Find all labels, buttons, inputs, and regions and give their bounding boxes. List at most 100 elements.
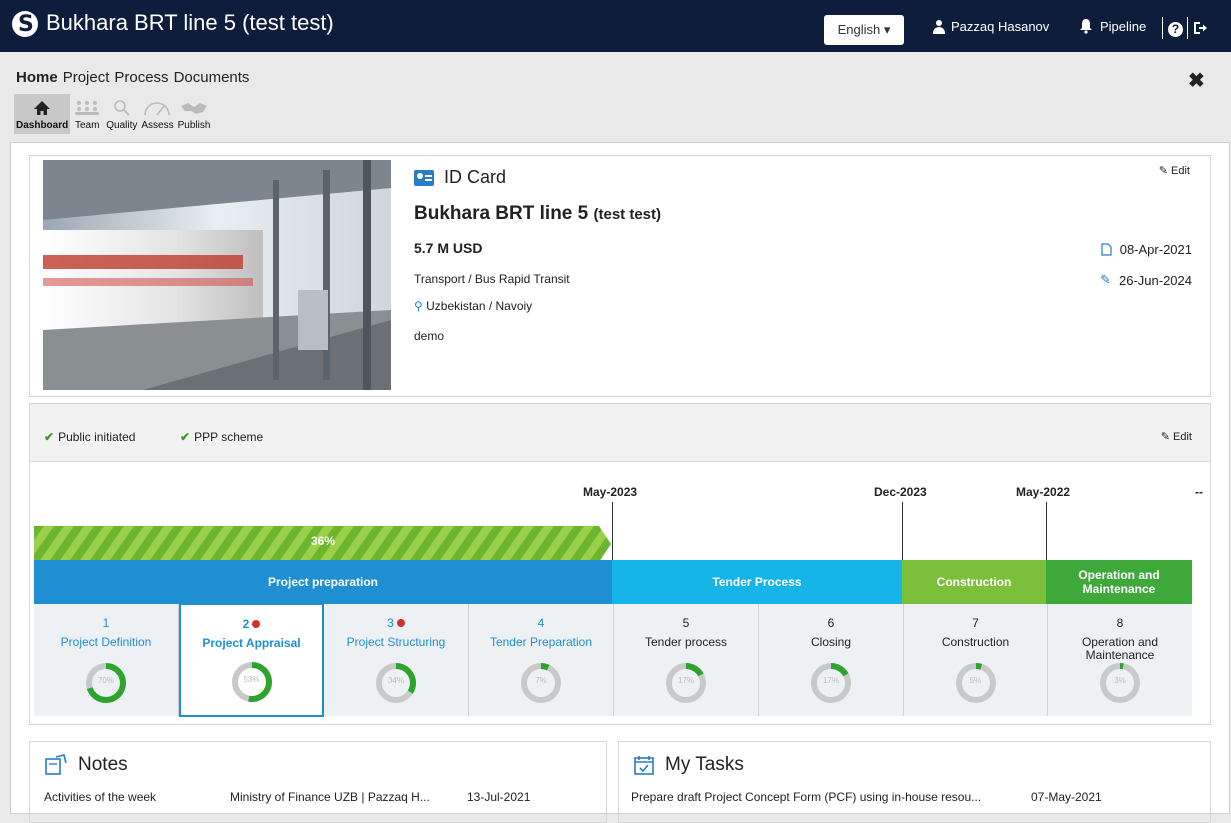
navigation-bar: Home Project Process Documents ✖ Dashboa… (0, 52, 1231, 140)
logout-icon[interactable] (1192, 20, 1208, 41)
check-label: PPP scheme (194, 430, 264, 444)
stage-progress-donut: 17% (809, 661, 853, 708)
check-public-initiated: ✔ Public initiated (44, 430, 135, 444)
subnav-publish[interactable]: Publish (176, 94, 213, 134)
map-pin-icon: ⚲ (414, 299, 423, 313)
donut-label: 17% (677, 676, 694, 685)
home-icon (34, 101, 51, 115)
stage-progress-donut: 5% (954, 661, 998, 708)
check-icon: ✔ (44, 430, 55, 444)
stage-name: Construction (941, 635, 1010, 649)
nav-home[interactable]: Home (16, 69, 58, 86)
project-sector: Transport / Bus Rapid Transit (414, 272, 570, 286)
handshake-icon (181, 103, 207, 114)
tasks-card: My Tasks Prepare draft Project Concept F… (618, 741, 1211, 823)
stage-number: 1 (102, 616, 110, 630)
caret-down-icon: ▾ (883, 22, 891, 37)
stage-name: Closing (810, 635, 852, 649)
stage-6[interactable]: 6 Closing 17% (759, 604, 904, 716)
sub-nav: Dashboard Team Quality Assess Publish (14, 94, 212, 134)
donut-label: 7% (535, 676, 547, 685)
id-card-heading: ID Card (444, 167, 507, 187)
stage-3[interactable]: 3 Project Structuring 34% (324, 604, 469, 716)
stage-progress-donut: 3% (1098, 661, 1142, 708)
note-author: Ministry of Finance UZB | Pazzaq H... (230, 790, 430, 804)
subnav-label: Assess (141, 120, 174, 131)
language-dropdown[interactable]: English ▾ (824, 15, 904, 45)
gauge-icon (144, 102, 171, 116)
check-ppp-scheme: ✔ PPP scheme (180, 430, 263, 444)
notes-header: Notes (44, 754, 128, 776)
app-logo-icon[interactable]: S (12, 11, 38, 37)
help-icon[interactable]: ? (1168, 22, 1183, 37)
phase-construction: Construction (902, 560, 1046, 604)
pipeline-link[interactable]: Pipeline (1100, 19, 1146, 34)
subnav-team[interactable]: Team (70, 94, 104, 134)
edit-timeline-button[interactable]: ✎ Edit (1161, 430, 1192, 443)
stage-number: 4 (537, 616, 545, 630)
user-name: Pazzaq Hasanov (951, 19, 1050, 34)
donut-label: 5% (969, 676, 982, 685)
stage-progress-donut: 70% (84, 661, 128, 708)
stage-4[interactable]: 4 Tender Preparation 7% (469, 604, 614, 716)
stage-1[interactable]: 1 Project Definition 70% (34, 604, 179, 716)
edit-label: Edit (1171, 165, 1190, 177)
stage-progress-donut: 53% (230, 660, 274, 707)
subnav-assess[interactable]: Assess (139, 94, 175, 134)
milestone-line (612, 502, 613, 560)
divider (1162, 17, 1163, 39)
nav-documents[interactable]: Documents (174, 69, 250, 86)
stage-progress-donut: 17% (664, 661, 708, 708)
close-icon[interactable]: ✖ (1188, 68, 1205, 93)
subnav-label: Dashboard (16, 120, 69, 131)
milestone-line (1046, 502, 1047, 560)
location-text: Uzbekistan / Navoiy (426, 299, 533, 313)
bell-icon[interactable] (1079, 18, 1093, 39)
stage-number: 3 (387, 616, 405, 630)
milestone-label: May-2022 (1016, 485, 1071, 499)
stage-name: Tender Preparation (489, 635, 593, 649)
user-menu[interactable]: Pazzaq Hasanov (932, 19, 1049, 34)
stage-2[interactable]: 2 Project Appraisal 53% (179, 603, 324, 717)
stage-number: 8 (1116, 616, 1124, 630)
task-date: 07-May-2021 (1031, 790, 1102, 804)
stage-name: Operation and Maintenance (1081, 635, 1159, 662)
donut-label: 70% (97, 676, 114, 685)
notes-title: Notes (78, 754, 128, 775)
app-title: Bukhara BRT line 5 (test test) (46, 10, 334, 35)
team-icon (75, 101, 100, 115)
stage-name: Project Structuring (346, 635, 446, 649)
stage-progress-donut: 7% (519, 661, 563, 708)
task-text[interactable]: Prepare draft Project Concept Form (PCF)… (631, 790, 981, 804)
tasks-title: My Tasks (665, 754, 744, 775)
subnav-quality[interactable]: Quality (104, 94, 139, 134)
phase-tender-process: Tender Process (612, 560, 902, 604)
stage-7[interactable]: 7 Construction 5% (904, 604, 1048, 716)
note-text[interactable]: Activities of the week (44, 790, 156, 804)
quality-icon (113, 100, 130, 116)
document-icon (1101, 243, 1112, 256)
check-icon: ✔ (180, 430, 191, 444)
stage-name: Project Appraisal (202, 636, 301, 650)
main-nav: Home Project Process Documents (16, 69, 249, 86)
stage-8[interactable]: 8 Operation and Maintenance 3% (1048, 604, 1192, 716)
edit-id-card-button[interactable]: ✎ Edit (1159, 164, 1190, 177)
id-card-icon (414, 169, 434, 186)
project-amount: 5.7 M USD (414, 240, 483, 256)
stage-number: 7 (972, 616, 979, 630)
stage-name: Tender process (644, 635, 728, 649)
stages-row: 1 Project Definition 70% 2 Project Appra… (34, 603, 1192, 717)
edit-label: Edit (1173, 431, 1192, 443)
nav-project[interactable]: Project (63, 69, 110, 86)
notes-card: Notes Activities of the week Ministry of… (29, 741, 607, 823)
nav-process[interactable]: Process (114, 69, 168, 86)
subnav-dashboard[interactable]: Dashboard (14, 94, 71, 134)
language-label: English (837, 22, 881, 37)
stage-5[interactable]: 5 Tender process 17% (614, 604, 759, 716)
created-date-text: 08-Apr-2021 (1119, 242, 1192, 257)
milestone-line (902, 502, 903, 560)
stage-number: 5 (682, 616, 690, 630)
progress-label: 36% (311, 534, 336, 548)
stage-progress-donut: 34% (374, 661, 418, 708)
project-name-suffix: (test test) (593, 206, 662, 223)
